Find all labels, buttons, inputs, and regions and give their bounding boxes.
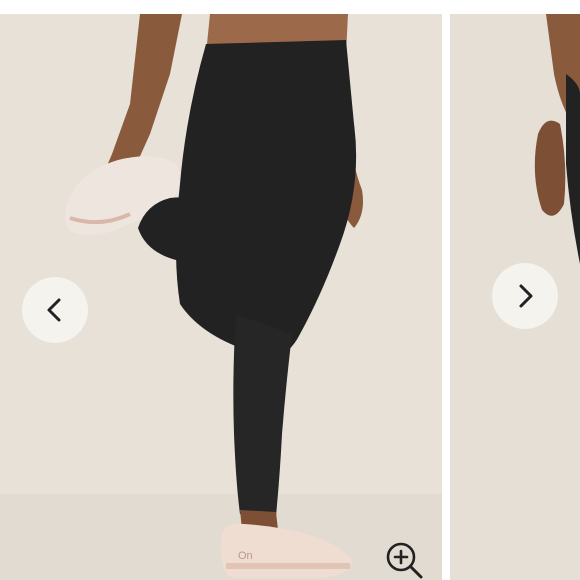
svg-text:On: On [238,550,253,562]
gallery-slide-current[interactable]: On [0,14,442,580]
gallery-top-strip [0,0,580,14]
chevron-left-icon [47,298,61,322]
zoom-in-icon [386,542,423,579]
chevron-right-icon [519,284,533,308]
next-image-button[interactable] [492,263,558,329]
product-image-gallery: On [0,0,580,580]
previous-image-button[interactable] [22,277,88,343]
zoom-in-button[interactable] [384,540,424,580]
